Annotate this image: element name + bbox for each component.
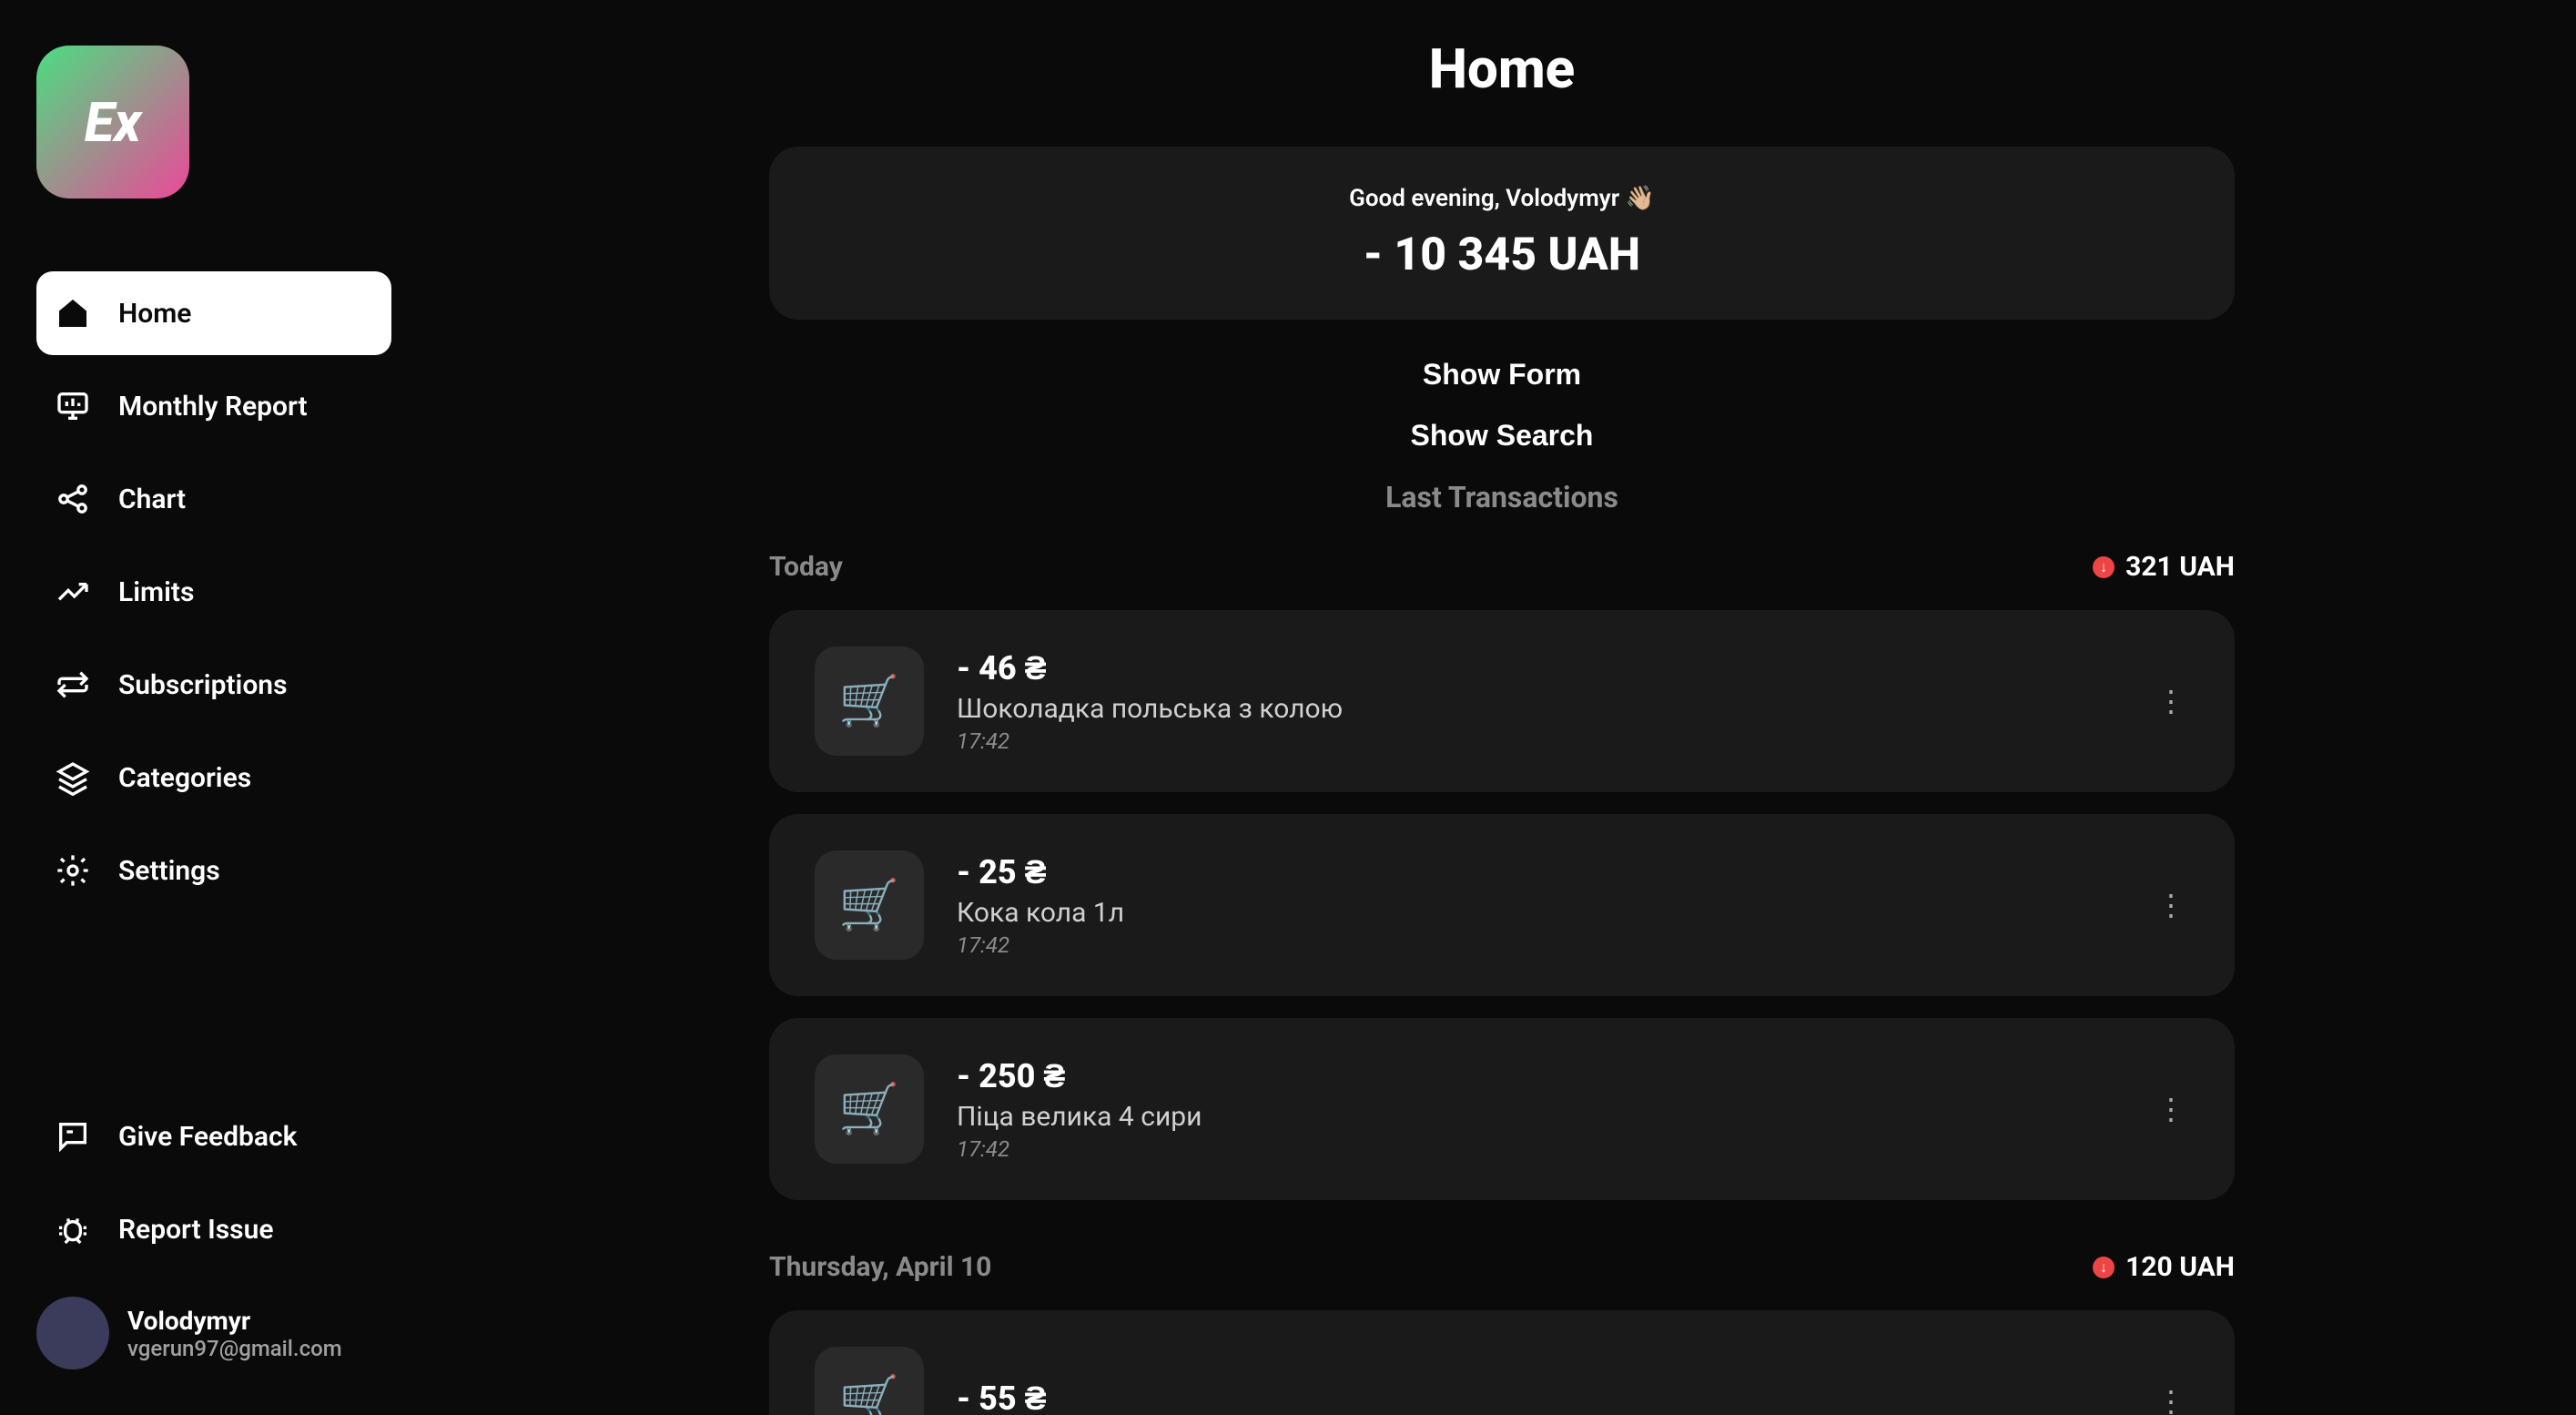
day-label: Thursday, April 10 <box>769 1251 991 1283</box>
transaction-row[interactable]: 🛒 - 250 ₴ Піца велика 4 сири 17:42 ⋮ <box>769 1018 2235 1200</box>
avatar <box>36 1297 109 1369</box>
gear-icon <box>53 850 93 891</box>
down-arrow-icon: ↓ <box>2093 556 2115 578</box>
page-title: Home <box>1429 36 1575 101</box>
sidebar-item-label: Categories <box>118 762 251 794</box>
sidebar-item-label: Home <box>118 298 191 330</box>
greeting-text: Good evening, Volodymyr 👋🏼 <box>807 185 2196 212</box>
sidebar-item-label: Give Feedback <box>118 1121 298 1153</box>
transaction-row[interactable]: 🛒 - 25 ₴ Кока кола 1л 17:42 ⋮ <box>769 814 2235 996</box>
down-arrow-icon: ↓ <box>2093 1257 2115 1278</box>
transaction-amount: - 250 ₴ <box>957 1057 2120 1095</box>
repeat-icon <box>53 665 93 705</box>
sidebar-item-feedback[interactable]: Give Feedback <box>36 1094 391 1178</box>
transaction-time: 17:42 <box>957 1136 2120 1162</box>
sidebar-item-limits[interactable]: Limits <box>36 550 391 634</box>
user-name: Volodymyr <box>127 1306 342 1336</box>
sidebar-item-chart[interactable]: Chart <box>36 457 391 541</box>
cart-icon: 🛒 <box>815 1347 924 1415</box>
main-content: Home Good evening, Volodymyr 👋🏼 - 10 345… <box>428 0 2576 1415</box>
transaction-body: - 46 ₴ Шоколадка польська з колою 17:42 <box>957 649 2120 754</box>
user-info: Volodymyr vgerun97@gmail.com <box>127 1306 342 1361</box>
more-icon[interactable]: ⋮ <box>2153 1374 2189 1415</box>
day-sum: ↓ 321 UAH <box>2093 551 2235 583</box>
sidebar-item-home[interactable]: Home <box>36 271 391 355</box>
day-label: Today <box>769 551 843 583</box>
more-icon[interactable]: ⋮ <box>2153 674 2189 728</box>
sidebar-item-label: Monthly Report <box>118 391 308 422</box>
cart-icon: 🛒 <box>815 646 924 756</box>
day-sum: ↓ 120 UAH <box>2093 1251 2235 1283</box>
transactions-list: Today ↓ 321 UAH 🛒 - 46 ₴ Шоколадка польс… <box>769 542 2235 1415</box>
sidebar-item-label: Chart <box>118 484 186 515</box>
user-email: vgerun97@gmail.com <box>127 1336 342 1361</box>
sidebar-item-label: Subscriptions <box>118 669 288 701</box>
transaction-body: - 25 ₴ Кока кола 1л 17:42 <box>957 853 2120 958</box>
nav-bottom: Give Feedback Report Issue Volodymyr vge… <box>36 1094 391 1369</box>
share-icon <box>53 479 93 519</box>
sidebar-item-label: Settings <box>118 855 220 887</box>
transaction-amount: - 46 ₴ <box>957 649 2120 687</box>
sidebar: Ex Home Monthly Report Chart Limits <box>0 0 428 1415</box>
day-header: Today ↓ 321 UAH <box>769 551 2235 583</box>
sidebar-item-label: Report Issue <box>118 1214 273 1246</box>
transaction-body: - 55 ₴ <box>957 1379 2120 1415</box>
cart-icon: 🛒 <box>815 1054 924 1164</box>
transaction-time: 17:42 <box>957 932 2120 958</box>
presentation-icon <box>53 386 93 426</box>
greeting-card: Good evening, Volodymyr 👋🏼 - 10 345 UAH <box>769 147 2235 320</box>
logo-text: Ex <box>85 90 141 155</box>
balance-value: - 10 345 UAH <box>807 229 2196 281</box>
show-form-button[interactable]: Show Form <box>1423 358 1581 392</box>
day-sum-value: 120 UAH <box>2125 1251 2235 1283</box>
user-profile[interactable]: Volodymyr vgerun97@gmail.com <box>36 1280 391 1369</box>
transaction-desc: Шоколадка польська з колою <box>957 693 2120 725</box>
sidebar-item-settings[interactable]: Settings <box>36 829 391 912</box>
transactions-title: Last Transactions <box>1385 480 1618 514</box>
sidebar-item-label: Limits <box>118 576 194 608</box>
transaction-amount: - 55 ₴ <box>957 1379 2120 1415</box>
bug-icon <box>53 1209 93 1249</box>
home-icon <box>53 293 93 333</box>
transaction-body: - 250 ₴ Піца велика 4 сири 17:42 <box>957 1057 2120 1162</box>
cart-icon: 🛒 <box>815 850 924 960</box>
transaction-desc: Піца велика 4 сири <box>957 1101 2120 1133</box>
transaction-desc: Кока кола 1л <box>957 897 2120 929</box>
transaction-time: 17:42 <box>957 728 2120 754</box>
layers-icon <box>53 758 93 798</box>
transaction-amount: - 25 ₴ <box>957 853 2120 891</box>
sidebar-item-subscriptions[interactable]: Subscriptions <box>36 643 391 727</box>
show-search-button[interactable]: Show Search <box>1411 419 1594 453</box>
nav-main: Home Monthly Report Chart Limits Subscri… <box>36 271 391 1094</box>
transaction-row[interactable]: 🛒 - 46 ₴ Шоколадка польська з колою 17:4… <box>769 610 2235 792</box>
sidebar-item-monthly-report[interactable]: Monthly Report <box>36 364 391 448</box>
more-icon[interactable]: ⋮ <box>2153 878 2189 932</box>
trend-icon <box>53 572 93 612</box>
app-logo[interactable]: Ex <box>36 46 189 199</box>
message-icon <box>53 1116 93 1156</box>
sidebar-item-categories[interactable]: Categories <box>36 736 391 819</box>
sidebar-item-report-issue[interactable]: Report Issue <box>36 1187 391 1271</box>
day-sum-value: 321 UAH <box>2125 551 2235 583</box>
more-icon[interactable]: ⋮ <box>2153 1082 2189 1136</box>
transaction-row[interactable]: 🛒 - 55 ₴ ⋮ <box>769 1310 2235 1415</box>
day-header: Thursday, April 10 ↓ 120 UAH <box>769 1251 2235 1283</box>
